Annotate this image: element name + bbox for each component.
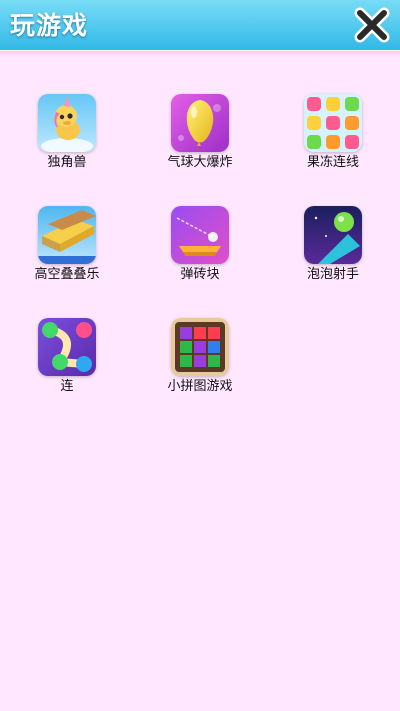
game-tile-bubble-shooter[interactable]: 泡泡射手 (278, 206, 388, 283)
game-label: 弹砖块 (180, 267, 220, 282)
connect-dots-icon (38, 318, 96, 376)
page-title: 玩游戏 (10, 11, 89, 40)
bubble-shooter-icon (304, 206, 362, 264)
game-tile-unicorn[interactable]: 独角兽 (12, 94, 122, 171)
game-label: 连 (60, 379, 74, 394)
unicorn-icon (38, 94, 96, 152)
jelly-icon (304, 94, 362, 152)
game-label: 高空叠叠乐 (34, 267, 100, 282)
game-label: 气球大爆炸 (167, 155, 233, 170)
game-tile-balloon[interactable]: 气球大爆炸 (145, 94, 255, 171)
game-tile-block-puzzle[interactable]: 小拼图游戏 (145, 318, 255, 395)
stack-icon (38, 206, 96, 264)
game-tile-stack[interactable]: 高空叠叠乐 (12, 206, 122, 283)
game-label: 果冻连线 (306, 155, 359, 170)
close-icon (354, 7, 390, 43)
game-tile-brick-ball[interactable]: 弹砖块 (145, 206, 255, 283)
brick-ball-icon (171, 206, 229, 264)
close-button[interactable] (352, 5, 392, 45)
game-label: 泡泡射手 (306, 267, 359, 282)
balloon-icon (171, 94, 229, 152)
game-tile-jelly[interactable]: 果冻连线 (278, 94, 388, 171)
title-bar: 玩游戏 (0, 0, 400, 57)
block-puzzle-icon (171, 318, 229, 376)
game-label: 小拼图游戏 (167, 379, 233, 394)
game-label: 独角兽 (47, 155, 87, 170)
game-tile-connect[interactable]: 连 (12, 318, 122, 395)
